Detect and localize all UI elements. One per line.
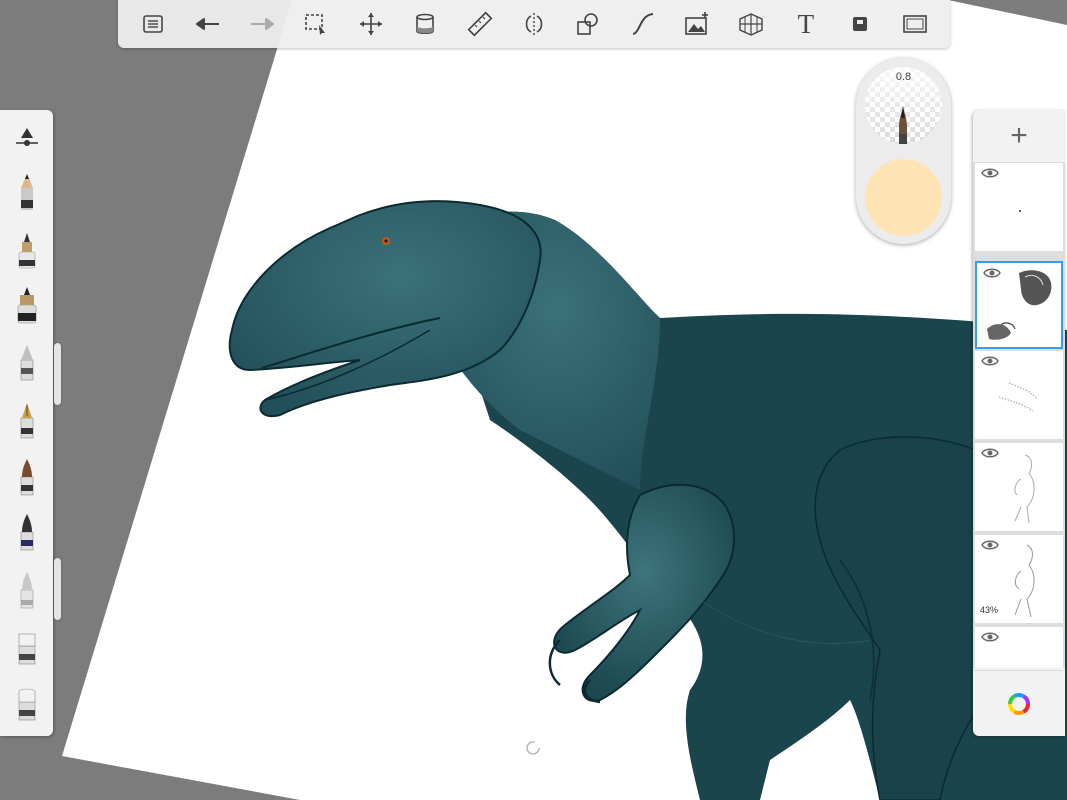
layer-list: 43% bbox=[973, 163, 1065, 668]
redo-icon[interactable] bbox=[245, 7, 279, 41]
perspective-icon[interactable] bbox=[734, 7, 768, 41]
ruler-icon[interactable] bbox=[463, 7, 497, 41]
layer-dino-thumbnail bbox=[987, 270, 1052, 340]
list-icon[interactable] bbox=[136, 7, 170, 41]
transform-icon[interactable] bbox=[354, 7, 388, 41]
layer-sketch-1[interactable] bbox=[975, 443, 1063, 531]
smudge-icon[interactable] bbox=[8, 570, 45, 610]
add-layer-button[interactable]: + bbox=[973, 110, 1065, 163]
pencil-icon[interactable] bbox=[8, 172, 45, 212]
brush-size-slider-handle[interactable] bbox=[54, 343, 61, 405]
color-wheel-button[interactable] bbox=[973, 670, 1065, 736]
layer-sketch-2[interactable]: 43% bbox=[975, 535, 1063, 623]
current-color-swatch[interactable] bbox=[865, 159, 942, 236]
layer-icon[interactable] bbox=[843, 7, 877, 41]
undo-icon[interactable] bbox=[191, 7, 225, 41]
fill-icon[interactable] bbox=[408, 7, 442, 41]
eraser-soft-icon[interactable] bbox=[8, 682, 45, 722]
fineliner-icon[interactable] bbox=[8, 400, 45, 440]
text-icon[interactable]: T bbox=[789, 7, 823, 41]
layer-dot-thumbnail bbox=[1019, 210, 1021, 212]
brush-size-value: 0.8 bbox=[895, 71, 912, 83]
image-icon[interactable] bbox=[680, 7, 714, 41]
shape-icon[interactable] bbox=[571, 7, 605, 41]
brush-opacity-slider-handle[interactable] bbox=[54, 558, 61, 620]
plus-icon: + bbox=[1010, 119, 1028, 152]
layer-sketch-1-thumbnail bbox=[1014, 454, 1035, 524]
inking-pen-icon[interactable] bbox=[8, 285, 45, 325]
loading-indicator-icon bbox=[526, 741, 540, 755]
layer-dot[interactable] bbox=[975, 163, 1063, 251]
brush-palette bbox=[0, 110, 53, 736]
layer-opacity-label: 43% bbox=[980, 605, 999, 615]
ballpoint-icon[interactable] bbox=[8, 342, 45, 382]
top-toolbar: T bbox=[118, 0, 950, 48]
current-brush-icon bbox=[899, 106, 907, 144]
pen-marker-icon[interactable] bbox=[8, 230, 45, 270]
text-icon-label: T bbox=[797, 8, 815, 39]
paintbrush-icon[interactable] bbox=[8, 457, 45, 497]
fullscreen-icon[interactable] bbox=[898, 7, 932, 41]
layer-marks-thumbnail bbox=[998, 382, 1038, 412]
layers-panel: + 43% bbox=[973, 110, 1065, 736]
symmetry-icon[interactable] bbox=[517, 7, 551, 41]
eraser-hard-icon[interactable] bbox=[8, 626, 45, 666]
curve-icon[interactable] bbox=[626, 7, 660, 41]
selection-icon[interactable] bbox=[299, 7, 333, 41]
brush-properties-icon[interactable] bbox=[8, 118, 45, 158]
layer-empty[interactable] bbox=[975, 627, 1063, 668]
airbrush-icon[interactable] bbox=[8, 512, 45, 552]
color-wheel-icon bbox=[1008, 693, 1030, 715]
layer-dino-reference[interactable] bbox=[975, 261, 1063, 349]
brush-puck: 0.8 bbox=[856, 58, 951, 244]
layer-marks[interactable] bbox=[975, 351, 1063, 439]
eye-icon[interactable] bbox=[981, 631, 999, 643]
